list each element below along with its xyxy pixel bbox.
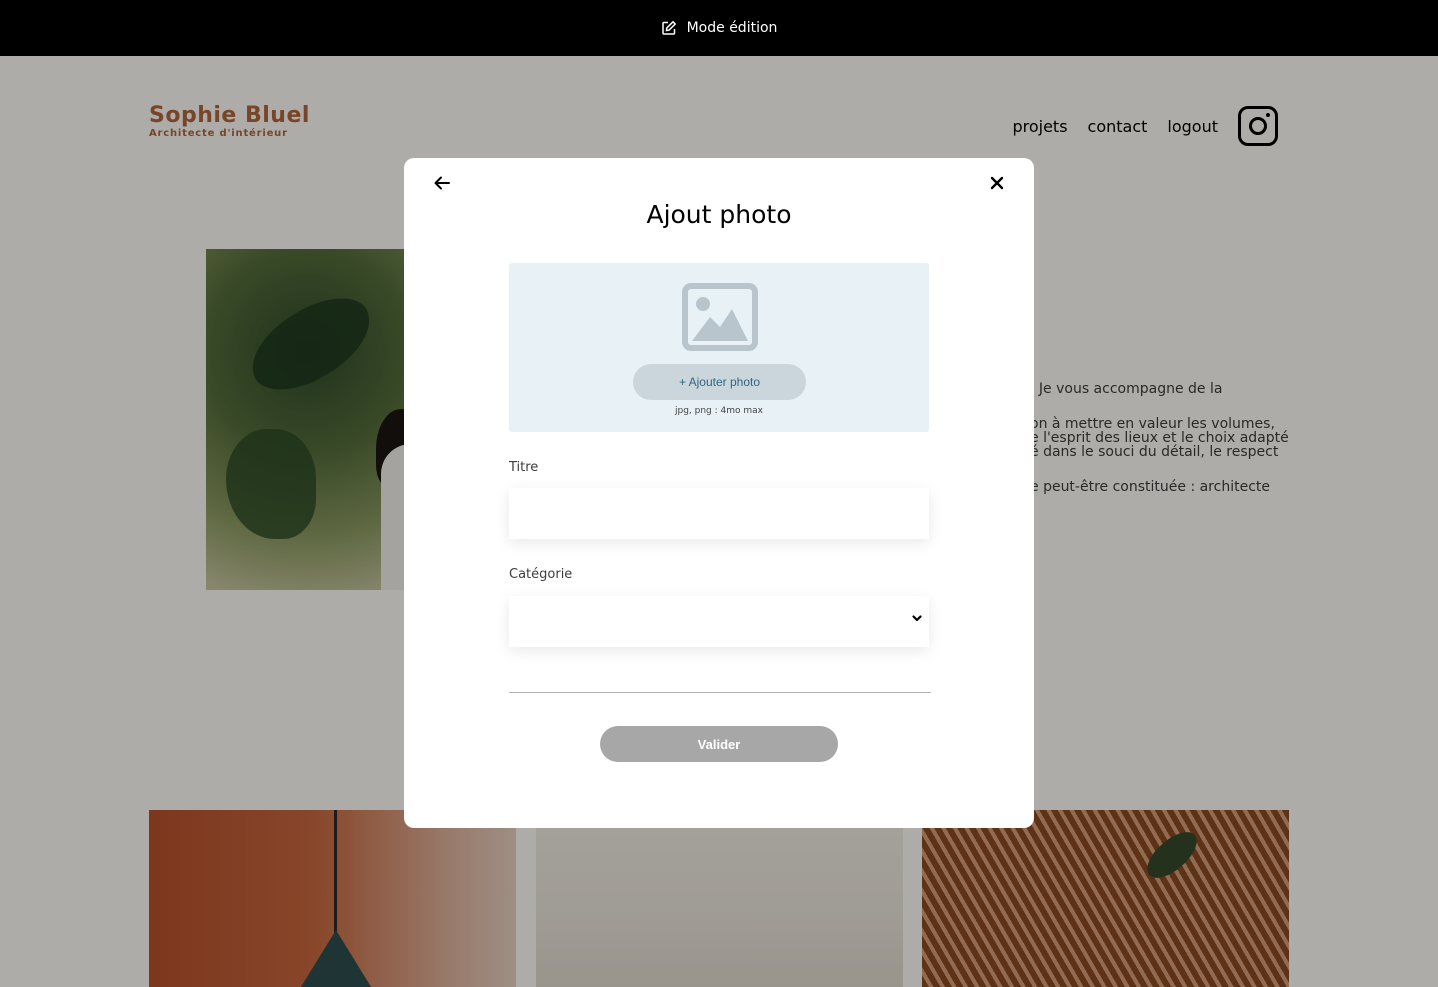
modal-title: Ajout photo xyxy=(646,200,792,229)
edit-mode-label: Mode édition xyxy=(686,20,778,36)
add-photo-modal: Ajout photo + Ajouter photo jpg, png : 4… xyxy=(404,158,1034,828)
category-select[interactable] xyxy=(509,596,929,647)
upload-hint: jpg, png : 4mo max xyxy=(674,406,763,416)
image-icon xyxy=(682,283,758,351)
title-label: Titre xyxy=(509,460,539,475)
form-divider xyxy=(509,692,931,693)
photo-upload-zone[interactable]: + Ajouter photo jpg, png : 4mo max xyxy=(509,263,929,432)
pen-to-square-icon xyxy=(661,20,676,35)
arrow-left-icon xyxy=(434,176,450,190)
close-icon xyxy=(990,176,1004,190)
title-input[interactable] xyxy=(509,488,929,539)
add-photo-button[interactable]: + Ajouter photo xyxy=(633,364,806,400)
chevron-down-icon xyxy=(912,615,922,622)
close-button[interactable] xyxy=(985,171,1009,195)
back-button[interactable] xyxy=(430,171,454,195)
edit-mode-bar: Mode édition xyxy=(0,0,1438,56)
submit-button[interactable]: Valider xyxy=(600,726,838,762)
category-label: Catégorie xyxy=(509,567,573,582)
